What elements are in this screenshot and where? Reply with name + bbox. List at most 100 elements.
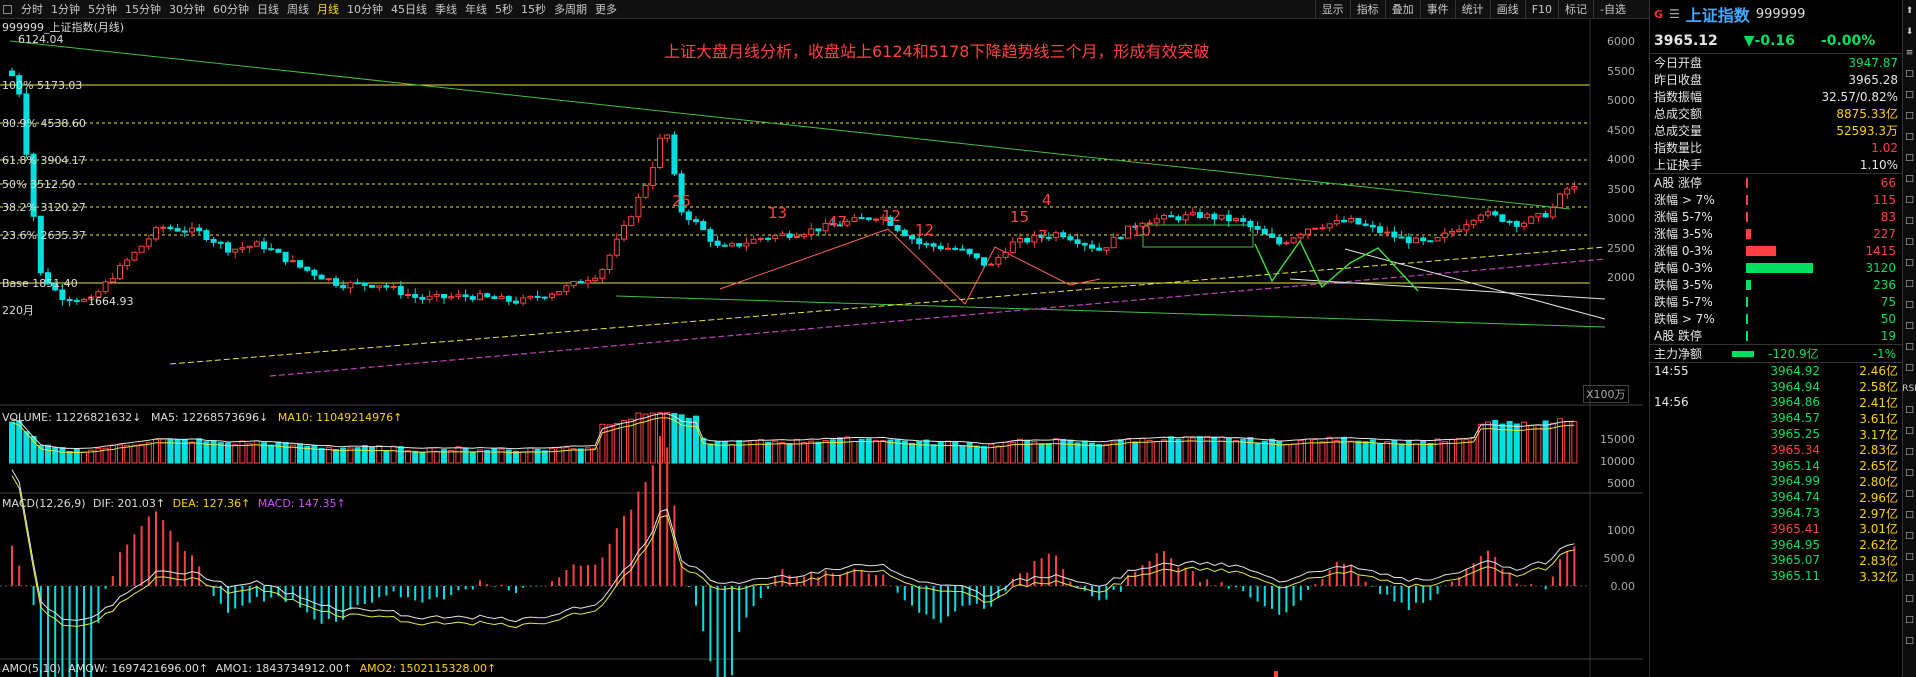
sidebar-button-20[interactable]: □ bbox=[1903, 420, 1916, 441]
breadth-value: 236 bbox=[1873, 277, 1896, 292]
period-tab-9[interactable]: 10分钟 bbox=[343, 0, 387, 19]
breadth-label: 跌幅 > 7% bbox=[1654, 312, 1715, 326]
candle-body bbox=[275, 248, 282, 253]
sidebar-button-30[interactable]: □ bbox=[1903, 630, 1916, 651]
sidebar-button-10[interactable]: □ bbox=[1903, 210, 1916, 231]
period-tab-6[interactable]: 日线 bbox=[253, 0, 283, 19]
sidebar-button-28[interactable]: □ bbox=[1903, 588, 1916, 609]
sidebar-button-14[interactable]: □ bbox=[1903, 294, 1916, 315]
sidebar-button-23[interactable]: □ bbox=[1903, 483, 1916, 504]
candle-body bbox=[779, 233, 786, 237]
candle-body bbox=[1002, 251, 1009, 258]
list-icon[interactable]: ☰ bbox=[1669, 7, 1680, 21]
tool-button-4[interactable]: 统计 bbox=[1454, 0, 1490, 19]
candle-body bbox=[520, 297, 527, 304]
tool-button-1[interactable]: 指标 bbox=[1349, 0, 1385, 19]
breadth-label: 涨幅 0-3% bbox=[1654, 244, 1713, 258]
period-tab-1[interactable]: 1分钟 bbox=[47, 0, 84, 19]
sidebar-button-15[interactable]: □ bbox=[1903, 315, 1916, 336]
sidebar-button-6[interactable]: □ bbox=[1903, 126, 1916, 147]
sidebar-button-29[interactable]: □ bbox=[1903, 609, 1916, 630]
tick-volume: 2.65亿 bbox=[1859, 459, 1898, 474]
sidebar-button-1[interactable]: ⬇ bbox=[1903, 21, 1916, 42]
period-tab-13[interactable]: 5秒 bbox=[491, 0, 517, 19]
tool-button-0[interactable]: 显示 bbox=[1314, 0, 1350, 19]
breadth-value: 19 bbox=[1880, 328, 1896, 343]
period-tab-11[interactable]: 季线 bbox=[431, 0, 461, 19]
sidebar-button-4[interactable]: □ bbox=[1903, 84, 1916, 105]
sidebar-button-27[interactable]: □ bbox=[1903, 567, 1916, 588]
candle-body bbox=[1283, 242, 1290, 245]
volume-bar bbox=[765, 441, 771, 464]
period-tab-8[interactable]: 月线 bbox=[313, 0, 343, 19]
candle-body bbox=[268, 248, 275, 251]
wave-label-5: 15 bbox=[1010, 208, 1030, 226]
tool-button-7[interactable]: 标记 bbox=[1558, 0, 1593, 19]
sidebar-button-18[interactable]: RSI bbox=[1902, 378, 1916, 399]
period-tab-10[interactable]: 45日线 bbox=[387, 0, 431, 19]
sidebar-button-22[interactable]: □ bbox=[1903, 462, 1916, 483]
sidebar-button-5[interactable]: □ bbox=[1903, 105, 1916, 126]
stat-value: 32.57/0.82% bbox=[1821, 89, 1898, 104]
sidebar-button-25[interactable]: □ bbox=[1903, 525, 1916, 546]
kline-chart-area[interactable]: 999999_上证指数(月线) 上证大盘月线分析，收盘站上6124和5178下降… bbox=[0, 19, 1643, 677]
stat-value: 3965.28 bbox=[1848, 72, 1898, 87]
sidebar-button-21[interactable]: □ bbox=[1903, 441, 1916, 462]
volume-bar bbox=[1269, 438, 1275, 464]
tool-button-2[interactable]: 叠加 bbox=[1384, 0, 1420, 19]
window-menu-icon[interactable] bbox=[3, 4, 12, 14]
volume-bar bbox=[844, 436, 851, 464]
candle-body bbox=[628, 216, 635, 226]
tool-button-6[interactable]: F10 bbox=[1524, 0, 1558, 19]
volume-bar bbox=[1542, 420, 1549, 464]
volume-bar bbox=[822, 440, 829, 464]
volume-bar bbox=[1369, 439, 1376, 464]
breadth-row-6: 跌幅 3-5% 236 bbox=[1650, 276, 1902, 293]
sidebar-button-26[interactable]: □ bbox=[1903, 546, 1916, 567]
volume-bar bbox=[275, 441, 282, 464]
sidebar-button-24[interactable]: □ bbox=[1903, 504, 1916, 525]
period-tab-2[interactable]: 5分钟 bbox=[84, 0, 121, 19]
tick-row-12: 3965.07 2.83亿 bbox=[1650, 553, 1902, 569]
sidebar-button-9[interactable]: □ bbox=[1903, 189, 1916, 210]
breadth-value: 75 bbox=[1880, 294, 1896, 309]
sidebar-button-11[interactable]: □ bbox=[1903, 231, 1916, 252]
candle-body bbox=[729, 243, 735, 247]
tool-button-3[interactable]: 事件 bbox=[1419, 0, 1455, 19]
tool-button-8[interactable]: -自选 bbox=[1593, 0, 1632, 19]
sidebar-button-12[interactable]: □ bbox=[1903, 252, 1916, 273]
period-tab-7[interactable]: 周线 bbox=[283, 0, 313, 19]
sidebar-button-19[interactable]: □ bbox=[1903, 399, 1916, 420]
stat-value: 1.10% bbox=[1859, 157, 1898, 172]
volume-bar bbox=[1492, 419, 1499, 464]
candle-body bbox=[1211, 213, 1218, 220]
sidebar-button-3[interactable]: □ bbox=[1903, 63, 1916, 84]
candle-body bbox=[1240, 218, 1247, 222]
period-tab-12[interactable]: 年线 bbox=[461, 0, 491, 19]
sidebar-button-8[interactable]: □ bbox=[1903, 168, 1916, 189]
period-tab-4[interactable]: 30分钟 bbox=[165, 0, 209, 19]
sidebar-button-17[interactable]: □ bbox=[1903, 357, 1916, 378]
sidebar-button-0[interactable]: ⬆ bbox=[1903, 0, 1916, 21]
candle-body bbox=[1254, 226, 1261, 230]
candle-body bbox=[721, 244, 728, 247]
sidebar-button-13[interactable]: □ bbox=[1903, 273, 1916, 294]
quote-price-row: 3965.12 ▼-0.16 -0.00% bbox=[1650, 28, 1902, 54]
amo-legend-amow: AMOW: 1697421696.00↑ bbox=[68, 662, 209, 675]
breadth-bar bbox=[1746, 296, 1748, 307]
volume-bar bbox=[1081, 440, 1088, 464]
sidebar-button-2[interactable]: ≡ bbox=[1903, 42, 1916, 63]
candle-body bbox=[1485, 211, 1491, 216]
period-tab-5[interactable]: 60分钟 bbox=[209, 0, 253, 19]
tool-button-5[interactable]: 画线 bbox=[1489, 0, 1525, 19]
period-tab-0[interactable]: 分时 bbox=[17, 0, 47, 19]
period-tab-15[interactable]: 多周期 bbox=[550, 0, 591, 19]
volume-bar bbox=[73, 448, 80, 464]
period-tab-14[interactable]: 15秒 bbox=[517, 0, 550, 19]
candle-body bbox=[930, 243, 937, 247]
candle-body bbox=[102, 281, 109, 293]
sidebar-button-16[interactable]: □ bbox=[1903, 336, 1916, 357]
period-tab-16[interactable]: 更多 bbox=[591, 0, 621, 19]
sidebar-button-7[interactable]: □ bbox=[1903, 147, 1916, 168]
period-tab-3[interactable]: 15分钟 bbox=[121, 0, 165, 19]
